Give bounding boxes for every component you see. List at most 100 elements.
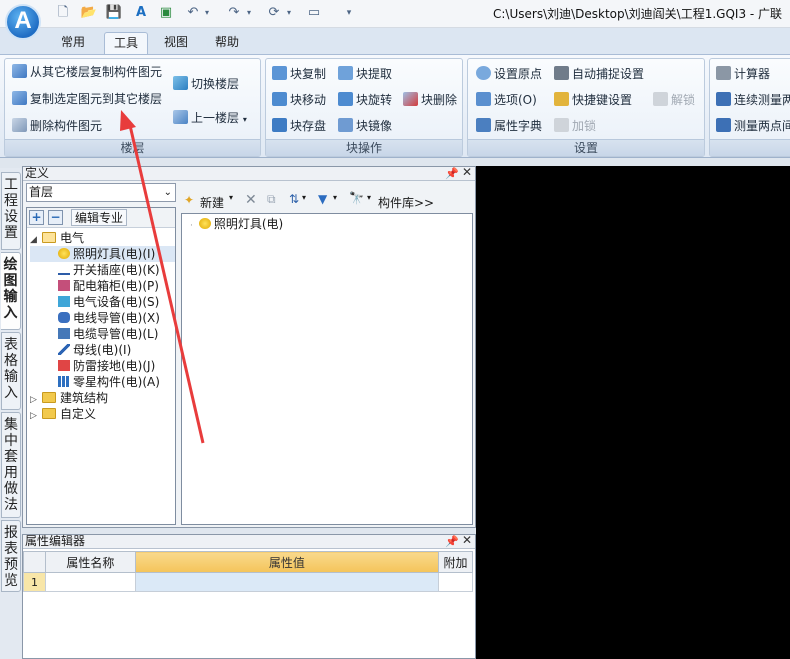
tree-item-switch-socket[interactable]: 开关插座(电)(K) [30,262,175,278]
tree-root-building-structure[interactable]: ▷ 建筑结构 [30,390,175,406]
filter-icon[interactable]: ▼ [318,192,327,206]
close-icon[interactable]: ✕ [462,534,472,547]
component-list[interactable]: · 照明灯具(电) [181,213,473,525]
delete-elements-button[interactable]: 删除构件图元 [12,115,102,137]
component-tree[interactable]: + − 编辑专业 ◢ 电气 照明灯具(电)(I) 开关插座(电)(K) 配电箱柜(… [26,207,176,525]
measure-two-points-button[interactable]: 测量两点间 [716,115,790,137]
side-tab-project-settings[interactable]: 工程设置 [1,172,21,250]
tree-item-wire-conduit[interactable]: 电线导管(电)(X) [30,310,175,326]
side-tab-table-input[interactable]: 表格输入 [1,332,21,410]
title-bar: 🗋 📂 💾 A ▣ ↶ ▾ ↷ ▾ ⟳ ▾ ▭ ▾ C:\Users\刘迪\De… [0,0,790,28]
expand-all-icon[interactable]: + [29,210,44,225]
edit-specialty-button[interactable]: 编辑专业 [71,209,128,226]
table-row[interactable]: 1 [23,572,473,592]
chevron-down-icon[interactable]: ▾ [367,193,371,202]
collapse-all-icon[interactable]: − [48,210,63,225]
import-icon[interactable]: ▣ [157,4,175,22]
tab-tools[interactable]: 工具 [104,32,148,54]
column-header-extra[interactable]: 附加 [438,551,473,573]
copy-floor-icon [12,64,27,78]
tree-item-electrical-equipment[interactable]: 电气设备(电)(S) [30,294,175,310]
redo-dropdown-icon[interactable]: ▾ [240,4,258,22]
tab-common[interactable]: 常用 [53,32,93,54]
tree-item-lighting[interactable]: 照明灯具(电)(I) [30,246,175,262]
sort-icon[interactable]: ⇅ [289,192,299,206]
continuous-measure-button[interactable]: 连续测量两 [716,89,790,111]
equipment-icon [58,296,70,307]
tree-root-custom[interactable]: ▷ 自定义 [30,406,175,422]
chevron-down-icon[interactable]: ▾ [302,193,306,202]
new-file-icon[interactable]: 🗋 [54,4,72,22]
open-folder-icon[interactable]: 📂 [80,4,98,22]
app-logo[interactable]: A [5,4,41,40]
copy-icon[interactable]: ⧉ [267,192,276,207]
column-header-name[interactable]: 属性名称 [44,551,136,573]
floor-select[interactable]: 首层 ⌄ [26,183,176,202]
upper-floor-button[interactable]: 上一楼层 ▾ [173,107,247,129]
block-delete-button[interactable]: 块删除 [403,89,457,111]
block-move-button[interactable]: 块移动 [272,89,326,111]
attribute-dictionary-button[interactable]: 属性字典 [476,115,542,137]
copy-from-other-floor-button[interactable]: 从其它楼层复制构件图元 [12,61,162,83]
side-tab-report-preview[interactable]: 报表预览 [1,520,21,592]
tree-item-misc-components[interactable]: 零星构件(电)(A) [30,374,175,390]
options-icon [476,92,491,106]
pin-icon[interactable]: 📌 [445,167,459,180]
list-item[interactable]: · 照明灯具(电) [190,216,283,232]
property-name-cell[interactable] [44,572,136,592]
row-number: 1 [23,572,46,592]
lock-button[interactable]: 加锁 [554,115,596,137]
drawing-canvas[interactable] [476,166,790,659]
close-icon[interactable]: ✕ [462,166,472,179]
side-tab-apply-methods[interactable]: 集中套用做法 [1,412,21,518]
shortcut-settings-button[interactable]: 快捷键设置 [554,89,632,111]
tools-group: 计算器 连续测量两 测量两点间 [709,58,790,157]
block-copy-button[interactable]: 块复制 [272,63,326,85]
chevron-down-icon[interactable]: ▾ [229,193,233,202]
find-icon[interactable]: 🔭 [349,191,364,205]
tree-item-distribution-box[interactable]: 配电箱柜(电)(P) [30,278,175,294]
customize-toolbar-icon[interactable]: ▾ [340,4,358,22]
block-move-icon [272,92,287,106]
save-icon[interactable]: 💾 [105,4,123,22]
calculator-button[interactable]: 计算器 [716,63,770,85]
new-button[interactable]: 新建 [200,194,224,211]
tab-view[interactable]: 视图 [155,32,197,54]
floor-group: 从其它楼层复制构件图元 复制选定图元到其它楼层 删除构件图元 切换楼层 上一楼层… [4,58,261,157]
new-icon: ✦ [184,193,195,207]
chevron-down-icon[interactable]: ▾ [333,193,337,202]
component-library-button[interactable]: 构件库>> [378,194,434,211]
copy-to-other-floor-button[interactable]: 复制选定图元到其它楼层 [12,88,162,110]
window-icon[interactable]: ▭ [305,4,323,22]
switch-floor-button[interactable]: 切换楼层 [173,73,239,95]
collapse-icon[interactable]: ◢ [30,232,40,248]
auto-snap-button[interactable]: 自动捕捉设置 [554,63,644,85]
tree-item-busbar[interactable]: 母线(电)(I) [30,342,175,358]
tab-help[interactable]: 帮助 [205,32,249,54]
shortcut-icon [554,92,569,106]
set-origin-button[interactable]: 设置原点 [476,63,542,85]
undo-dropdown-icon[interactable]: ▾ [198,4,216,22]
tree-item-lightning-grounding[interactable]: 防雷接地(电)(J) [30,358,175,374]
column-header-value[interactable]: 属性值 [134,551,440,573]
property-value-cell[interactable] [134,572,440,592]
refresh-dropdown-icon[interactable]: ▾ [280,4,298,22]
side-tab-drawing-input[interactable]: 绘图输入 [1,252,21,330]
unlock-button[interactable]: 解锁 [653,89,695,111]
block-save-button[interactable]: 块存盘 [272,115,326,137]
property-extra-cell[interactable] [438,572,473,592]
block-extract-button[interactable]: 块提取 [338,63,392,85]
options-button[interactable]: 选项(O) [476,89,537,111]
measure-icon [716,92,731,106]
tree-root-electrical[interactable]: ◢ 电气 [30,230,175,246]
delete-icon[interactable]: ✕ [245,192,257,208]
property-editor-title: 属性编辑器 [25,534,86,548]
export-icon[interactable]: A [132,4,150,22]
block-mirror-button[interactable]: 块镜像 [338,115,392,137]
side-tabs: 工程设置 绘图输入 表格输入 集中套用做法 报表预览 [0,168,22,659]
expand-icon[interactable]: ▷ [30,408,40,424]
block-rotate-button[interactable]: 块旋转 [338,89,392,111]
block-group: 块复制 块提取 块移动 块旋转 块删除 块存盘 块镜像 块操作 [265,58,463,157]
tree-item-cable-conduit[interactable]: 电缆导管(电)(L) [30,326,175,342]
pin-icon[interactable]: 📌 [445,535,459,548]
